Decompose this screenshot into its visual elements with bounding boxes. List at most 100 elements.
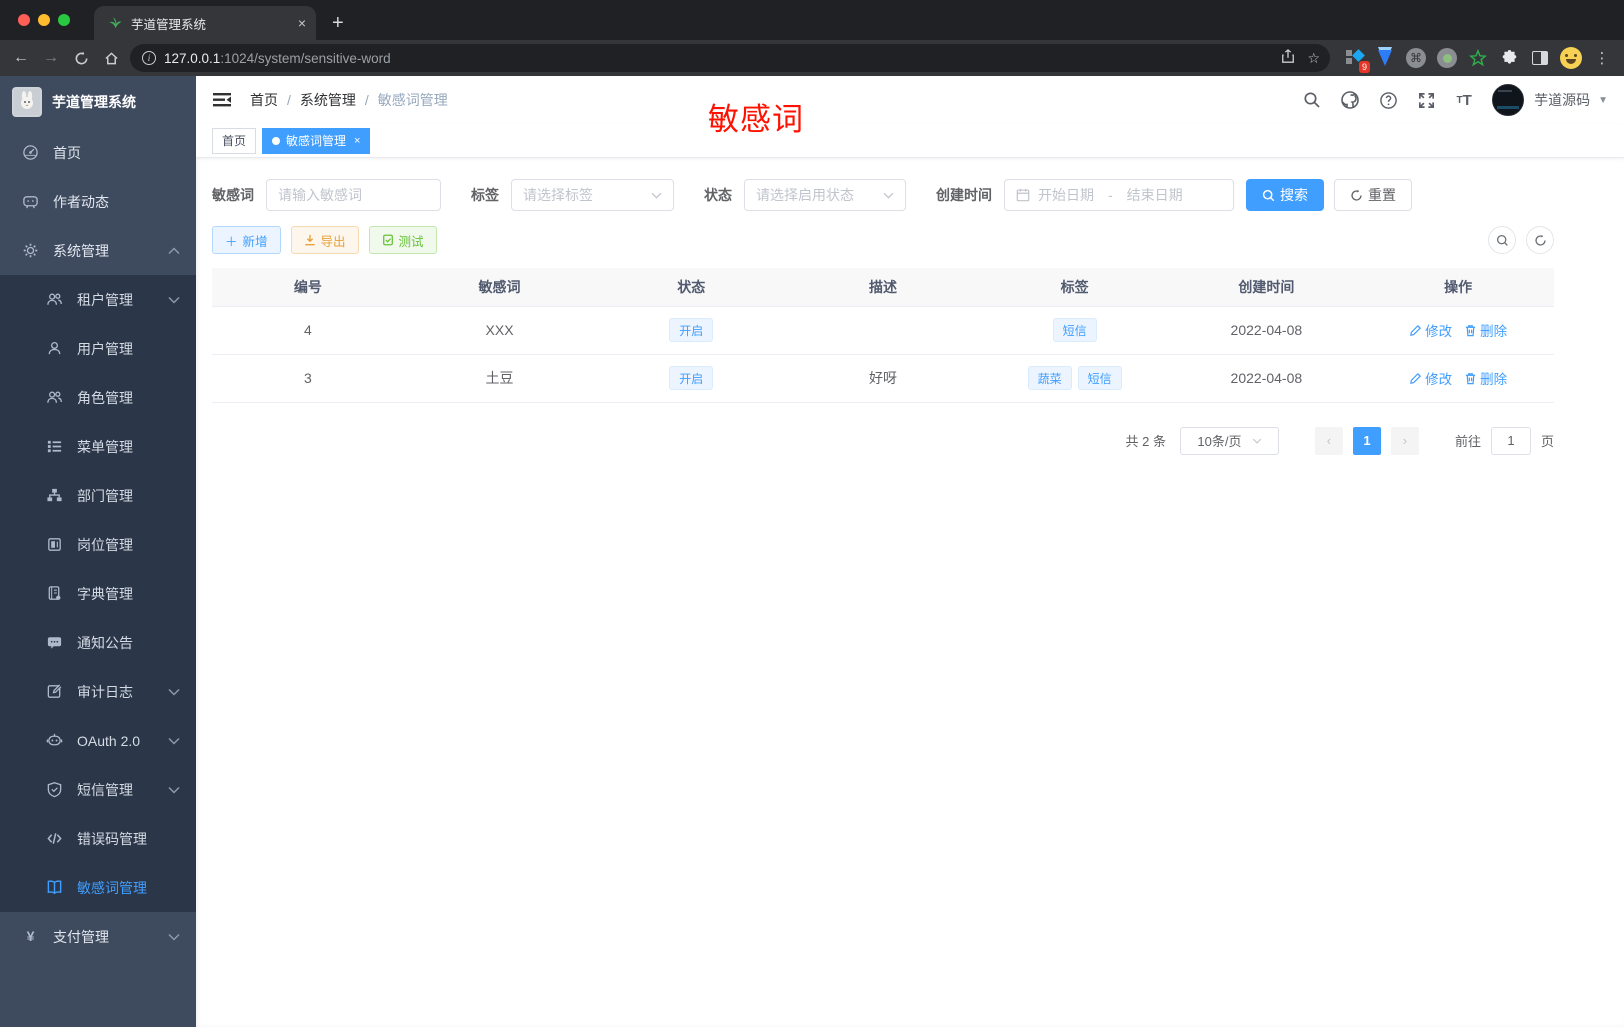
extensions-puzzle-icon[interactable] (1497, 46, 1521, 70)
profile-avatar[interactable] (1559, 46, 1583, 70)
breadcrumb-separator: / (364, 92, 369, 108)
back-icon[interactable]: ← (6, 43, 36, 73)
sidebar-item-短信管理[interactable]: 短信管理 (0, 765, 196, 814)
notice-message-icon (46, 634, 63, 651)
tag-select-placeholder: 请选择标签 (523, 187, 593, 203)
sidebar-item-系统管理[interactable]: 系统管理 (0, 226, 196, 275)
sidebar-item-岗位管理[interactable]: 岗位管理 (0, 520, 196, 569)
tag-view-首页[interactable]: 首页 (212, 127, 257, 154)
table-body: 4 XXX 开启 短信 2022-04-08 修改 删除 3 土豆 开启 好呀 蔬菜 短信 2022-04… (212, 306, 1554, 403)
user-avatar[interactable] (1492, 84, 1525, 116)
share-icon[interactable] (1281, 49, 1295, 67)
trash-icon (1464, 372, 1477, 385)
username[interactable]: 芋道源码 (1534, 90, 1590, 110)
forward-icon[interactable]: → (36, 43, 66, 73)
test-button[interactable]: 测试 (368, 226, 437, 254)
goto-page-input[interactable] (1490, 426, 1531, 455)
header-actions: TT 芋道源码 ▼ (1302, 84, 1608, 116)
edit-pencil-icon (1409, 372, 1422, 385)
tab-close-icon[interactable]: × (298, 15, 306, 31)
chevron-down-icon (168, 786, 180, 794)
keyword-input[interactable] (278, 187, 429, 203)
sidebar-item-首页[interactable]: 首页 (0, 128, 196, 177)
site-info-icon[interactable]: i (142, 51, 156, 65)
add-button[interactable]: ＋新增 (212, 226, 281, 254)
page-size-select[interactable]: 10条/页 (1179, 426, 1279, 455)
extension-command-icon[interactable]: ⌘ (1404, 46, 1428, 70)
sidebar-item-label: 菜单管理 (77, 438, 133, 455)
column-header-描述: 描述 (787, 268, 979, 307)
calendar-icon (1016, 188, 1030, 202)
show-search-circle-button[interactable] (1488, 226, 1516, 254)
sidebar-item-OAuth 2.0[interactable]: OAuth 2.0 (0, 716, 196, 765)
extension-star-icon[interactable] (1466, 46, 1490, 70)
sidebar-item-label: 首页 (53, 144, 81, 161)
chevron-down-icon (168, 296, 180, 304)
delete-link[interactable]: 删除 (1464, 368, 1507, 388)
status-badge: 开启 (669, 366, 714, 390)
close-window-button[interactable] (18, 14, 30, 26)
extension-grid-icon[interactable]: 9 (1342, 46, 1370, 73)
sidebar-item-通知公告[interactable]: 通知公告 (0, 618, 196, 667)
table-row: 4 XXX 开启 短信 2022-04-08 修改 删除 (212, 306, 1554, 355)
refresh-circle-button[interactable] (1526, 226, 1554, 254)
sidebar-item-审计日志[interactable]: 审计日志 (0, 667, 196, 716)
github-icon[interactable] (1340, 90, 1360, 110)
sidebar-item-作者动态[interactable]: 作者动态 (0, 177, 196, 226)
sidebar-item-角色管理[interactable]: 角色管理 (0, 373, 196, 422)
breadcrumb-item[interactable]: 首页 (250, 90, 278, 110)
sidebar-item-菜单管理[interactable]: 菜单管理 (0, 422, 196, 471)
sidebar-item-字典管理[interactable]: 字典管理 (0, 569, 196, 618)
extension-record-icon[interactable] (1435, 46, 1459, 70)
edit-link[interactable]: 修改 (1409, 320, 1452, 340)
export-button[interactable]: 导出 (290, 226, 359, 254)
bookmark-star-icon[interactable]: ☆ (1307, 50, 1320, 67)
font-size-icon[interactable]: TT (1454, 90, 1474, 110)
side-panel-icon[interactable] (1528, 46, 1552, 70)
breadcrumb-item[interactable]: 系统管理 (300, 90, 356, 110)
search-button[interactable]: 搜索 (1246, 179, 1324, 211)
sidebar-item-敏感词管理[interactable]: 敏感词管理 (0, 863, 196, 912)
tag-view-敏感词管理[interactable]: 敏感词管理 × (262, 127, 371, 154)
home-icon[interactable] (96, 43, 126, 73)
document-check-icon (382, 234, 393, 246)
status-label: 状态 (704, 187, 732, 203)
browser-tab[interactable]: 芋道管理系统 × (94, 6, 316, 40)
sidebar-logo-row[interactable]: 芋道管理系统 (0, 76, 196, 128)
sidebar-item-租户管理[interactable]: 租户管理 (0, 275, 196, 324)
delete-link[interactable]: 删除 (1464, 320, 1507, 340)
fullscreen-icon[interactable] (1416, 90, 1436, 110)
keyword-input-wrap (266, 179, 441, 211)
goto-label: 前往 (1454, 434, 1481, 449)
reload-icon[interactable] (66, 43, 96, 73)
next-page-button[interactable]: › (1390, 426, 1419, 455)
edit-link[interactable]: 修改 (1409, 368, 1452, 388)
help-icon[interactable] (1378, 90, 1398, 110)
prev-page-button[interactable]: ‹ (1314, 426, 1343, 455)
menu-list-icon (46, 438, 63, 455)
search-icon[interactable] (1302, 90, 1322, 110)
dict-book-icon (46, 585, 63, 602)
sidebar-item-label: 用户管理 (77, 340, 133, 357)
close-icon[interactable]: × (354, 135, 360, 147)
extension-kite-icon[interactable] (1373, 46, 1397, 70)
sidebar-fold-icon[interactable] (212, 89, 234, 111)
tag-view-label: 敏感词管理 (286, 134, 347, 148)
status-select[interactable]: 请选择启用状态 (744, 179, 906, 211)
sidebar-item-错误码管理[interactable]: 错误码管理 (0, 814, 196, 863)
date-range-picker[interactable]: 开始日期 - 结束日期 (1004, 179, 1234, 211)
dept-tree-icon (46, 487, 63, 504)
sidebar-item-部门管理[interactable]: 部门管理 (0, 471, 196, 520)
sidebar-item-用户管理[interactable]: 用户管理 (0, 324, 196, 373)
url-bar[interactable]: i 127.0.0.1 :1024/system/sensitive-word … (130, 44, 1330, 72)
zoom-window-button[interactable] (58, 14, 70, 26)
new-tab-button[interactable]: + (332, 13, 344, 33)
tag-select[interactable]: 请选择标签 (511, 179, 674, 211)
user-menu-caret-icon[interactable]: ▼ (1598, 95, 1608, 106)
current-page[interactable]: 1 (1352, 426, 1381, 455)
reset-button[interactable]: 重置 (1334, 179, 1412, 211)
tag-label: 标签 (471, 187, 499, 203)
minimize-window-button[interactable] (38, 14, 50, 26)
browser-menu-icon[interactable]: ⋮ (1590, 46, 1614, 70)
sidebar-item-支付管理[interactable]: ¥ 支付管理 (0, 912, 196, 961)
